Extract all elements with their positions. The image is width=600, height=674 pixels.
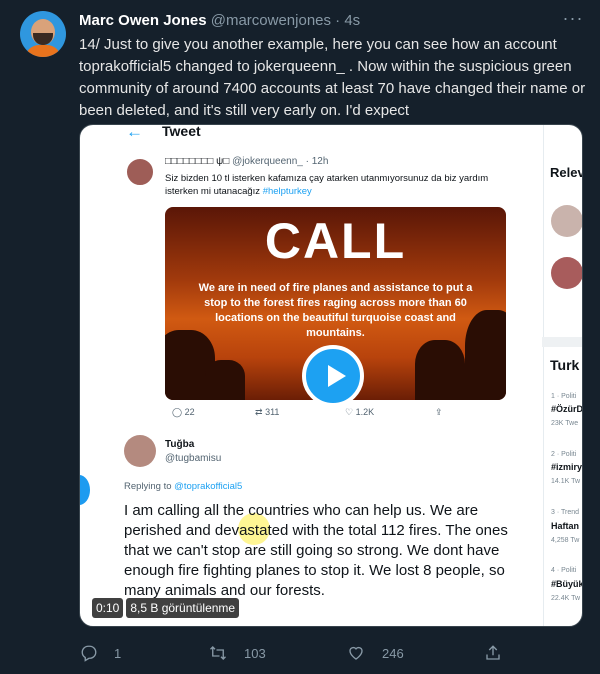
reply-handle: @tugbamisu [165, 453, 222, 464]
reply-icon [81, 645, 97, 662]
quoted-text-body: Siz bizden 10 tl isterken kafamıza çay a… [165, 173, 489, 197]
share-button[interactable] [484, 643, 502, 663]
play-button[interactable] [302, 345, 364, 407]
trend-tag: #ÖzürD [551, 404, 583, 414]
sidebar-trends-heading: Turk [550, 357, 580, 373]
quoted-avatar [125, 157, 155, 187]
image-title: CALL [264, 213, 407, 269]
quoted-like-count: ♡ 1.2K [345, 407, 374, 418]
share-icon [486, 645, 500, 660]
tweet-text: 14/ Just to give you another example, he… [79, 36, 586, 119]
tweet-time[interactable]: · 4s [335, 12, 360, 29]
author-name[interactable]: Marc Owen Jones [79, 12, 207, 29]
retweet-icon [210, 646, 226, 660]
sidebar-relevant-heading: Relev [550, 165, 583, 180]
retweet-icon: ⇄ [255, 407, 263, 417]
quoted-retweet-count: ⇄ 311 [255, 407, 279, 418]
trend-count: 14.1K Tw [551, 478, 581, 485]
author-avatar[interactable] [20, 11, 66, 57]
reply-icon: ◯ [172, 407, 183, 417]
reply-count: 1 [114, 645, 122, 661]
sidebar-avatar [551, 205, 582, 237]
reply-avatar [124, 435, 156, 467]
replying-label: Replying to [124, 481, 172, 492]
video-views: 8,5 B görüntülenme [126, 598, 240, 618]
trend-tag: #Büyük [551, 579, 583, 589]
screenshot-divider [543, 125, 544, 626]
share-icon: ⇪ [435, 407, 443, 417]
trend-meta: 2 · Politi [551, 451, 577, 458]
replying-to-handle: @toprakofficial5 [174, 481, 243, 492]
replying-to: Replying to @toprakofficial5 [124, 481, 242, 492]
trend-meta: 1 · Politi [551, 393, 577, 400]
like-count: 246 [382, 645, 404, 661]
more-options-icon[interactable]: ··· [560, 9, 586, 30]
blue-marker [80, 475, 90, 505]
reply-button[interactable]: 1 [80, 643, 121, 663]
video-badge: 0:10 8,5 B görüntülenme [92, 598, 240, 618]
tree-silhouette [415, 340, 465, 400]
avatar-shirt [25, 45, 61, 57]
trend-meta: 3 · Trend [551, 509, 580, 516]
video-time: 0:10 [92, 598, 124, 618]
sidebar-separator [542, 337, 582, 347]
quoted-text: Siz bizden 10 tl isterken kafamıza çay a… [165, 172, 505, 198]
heart-icon: ♡ [345, 407, 354, 417]
sidebar-avatar [551, 257, 582, 289]
reply-name: Tuğba [165, 439, 195, 450]
quoted-header: □□□□□□□□ ψ□ @jokerqueenn_ · 12h [165, 156, 328, 167]
trend-count: 4,258 Tw [551, 537, 580, 544]
trend-meta: 4 · Politi [551, 567, 577, 574]
tweet-header: Marc Owen Jones @marcowenjones · 4s [79, 12, 539, 32]
screenshot-page-title: Tweet [162, 124, 201, 139]
heart-icon [349, 646, 363, 660]
quoted-reply-count: ◯ 22 [172, 407, 195, 418]
retweet-button[interactable]: 103 [208, 643, 266, 663]
trend-tag: #izmiry [551, 462, 583, 472]
quoted-retweets-value: 311 [265, 407, 280, 417]
video-player[interactable]: ← Tweet Relev Turk 1 · Politi #ÖzürD 23K… [79, 124, 583, 627]
quoted-likes-value: 1.2K [355, 407, 375, 417]
like-button[interactable]: 246 [346, 643, 404, 663]
author-handle[interactable]: @marcowenjones [211, 12, 331, 29]
trend-count: 22.4K Tw [551, 595, 581, 602]
quoted-handle: @jokerqueenn_ · 12h [232, 156, 329, 167]
quoted-hashtag: #helpturkey [262, 186, 312, 197]
quoted-replies-value: 22 [184, 407, 195, 417]
back-arrow-icon: ← [126, 124, 143, 141]
trend-tag: Haftan [551, 521, 580, 531]
trend-count: 23K Twe [551, 420, 579, 427]
tree-silhouette [205, 360, 245, 400]
quoted-name: □□□□□□□□ ψ□ [165, 156, 230, 167]
reply-text: I am calling all the countries who can h… [124, 502, 508, 599]
image-text: We are in need of fire planes and assist… [198, 282, 473, 339]
retweet-count: 103 [244, 645, 266, 661]
